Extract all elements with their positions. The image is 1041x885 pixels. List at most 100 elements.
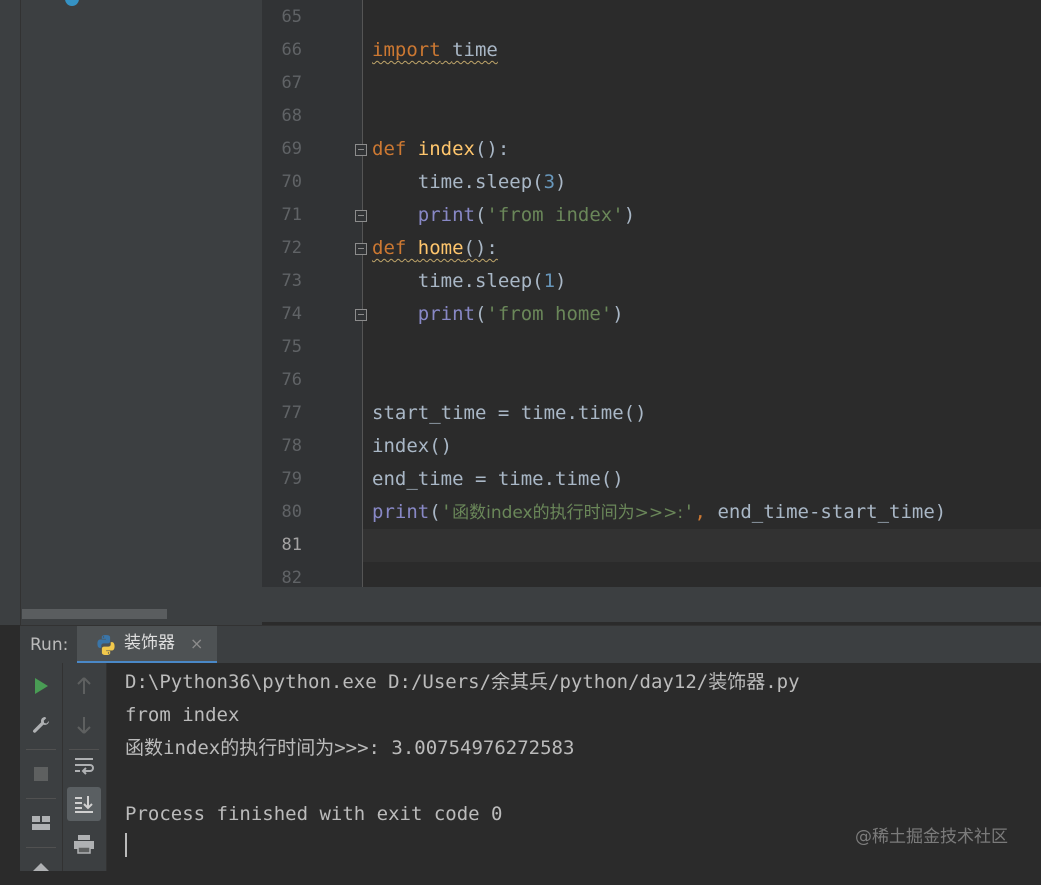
code-line[interactable]: def index(): <box>372 133 509 166</box>
code-line[interactable]: start_time = time.time() <box>372 397 647 430</box>
code-token: index() <box>372 435 453 457</box>
code-line[interactable]: import time <box>372 34 498 67</box>
run-label: Run: <box>30 635 69 655</box>
next-occurrence-button[interactable] <box>67 708 101 742</box>
scroll-to-end-button[interactable] <box>67 787 101 821</box>
line-number: 73 <box>281 271 302 291</box>
project-scroll-thumb[interactable] <box>22 609 167 619</box>
project-panel <box>21 0 262 625</box>
line-number: 66 <box>281 40 302 60</box>
code-token: (): <box>474 138 510 160</box>
code-token: ) <box>555 270 567 292</box>
watermark: @稀土掘金技术社区 <box>855 827 1008 847</box>
run-tool-header: Run: 装饰器 × <box>20 625 1041 664</box>
code-token: import <box>372 39 441 61</box>
code-line[interactable]: print('from index') <box>372 199 635 232</box>
wrench-icon <box>33 716 49 733</box>
soft-wrap-icon <box>75 758 94 775</box>
pin-icon <box>33 863 49 871</box>
code-token: , <box>694 501 718 523</box>
line-number: 69 <box>281 139 302 159</box>
code-token: 函数index的执行时间为>>>: <box>452 503 684 523</box>
code-line[interactable]: print('from home') <box>372 298 624 331</box>
line-number: 77 <box>281 403 302 423</box>
run-toolbar-secondary <box>63 663 107 871</box>
line-number: 70 <box>281 172 302 192</box>
edit-configuration-button[interactable] <box>24 708 58 742</box>
fold-start-icon[interactable] <box>355 243 367 255</box>
code-line[interactable]: time.sleep(1) <box>372 265 567 298</box>
arrow-down-icon <box>77 717 91 734</box>
line-number: 76 <box>281 370 302 390</box>
code-token: print <box>372 501 430 523</box>
code-token: ( <box>429 501 441 523</box>
code-line[interactable]: def home(): <box>372 232 498 265</box>
editor-bottom-bar <box>262 587 1041 622</box>
code-token: print <box>417 204 475 226</box>
code-token: 'from home' <box>486 303 613 325</box>
fold-start-icon[interactable] <box>355 144 367 156</box>
line-number: 68 <box>281 106 302 126</box>
code-line[interactable]: time.sleep(3) <box>372 166 567 199</box>
line-number: 80 <box>281 502 302 522</box>
close-icon[interactable]: × <box>190 626 203 661</box>
print-button[interactable] <box>67 827 101 861</box>
python-icon <box>97 635 115 655</box>
code-token: 'from index' <box>486 204 624 226</box>
left-tool-strip <box>0 0 21 625</box>
code-token: (): <box>463 237 498 259</box>
run-tab[interactable]: 装饰器 × <box>77 626 217 664</box>
code-token: ) <box>555 171 567 193</box>
line-number: 65 <box>281 7 302 27</box>
stop-icon <box>34 767 48 781</box>
code-token: ) <box>623 204 636 226</box>
previous-occurrence-button[interactable] <box>67 669 101 703</box>
layout-icon <box>32 816 50 830</box>
fold-end-icon[interactable] <box>355 309 367 321</box>
run-toolbar-primary <box>20 663 63 871</box>
code-line[interactable]: print('函数index的执行时间为>>>:', end_time-star… <box>372 496 946 529</box>
run-tab-label: 装饰器 <box>124 633 175 653</box>
code-token: print <box>417 303 475 325</box>
stop-button[interactable] <box>24 757 58 791</box>
code-token: end_time = time.time() <box>372 468 624 490</box>
fold-end-icon[interactable] <box>355 210 367 222</box>
code-token: ' <box>440 501 453 523</box>
rerun-button[interactable] <box>24 669 58 703</box>
code-token: ( <box>474 303 487 325</box>
gutter-divider <box>362 0 363 587</box>
code-editor[interactable]: 65 66 import time 67 68 69 def index(): 70 time… <box>262 0 1041 622</box>
console-output-line: 函数index的执行时间为>>>: 3.00754976272583 <box>125 737 575 759</box>
code-token: 3 <box>543 171 556 193</box>
line-number: 81 <box>281 535 302 555</box>
soft-wrap-button[interactable] <box>67 749 101 783</box>
code-token: end_time-start_time) <box>717 501 947 523</box>
play-icon <box>35 678 48 694</box>
code-line[interactable]: end_time = time.time() <box>372 463 624 496</box>
scroll-to-end-icon <box>75 796 93 813</box>
code-token: ' <box>683 501 695 523</box>
code-token: time.sleep( <box>372 270 544 292</box>
code-token: def <box>372 138 407 160</box>
code-token: index <box>417 138 475 160</box>
line-number: 72 <box>281 238 302 258</box>
code-token: time.sleep( <box>372 171 544 193</box>
code-token: 1 <box>543 270 556 292</box>
line-number: 75 <box>281 337 302 357</box>
pin-tab-button[interactable] <box>24 851 58 885</box>
printer-icon <box>74 835 94 854</box>
console-exit-line: Process finished with exit code 0 <box>125 803 503 825</box>
line-number: 78 <box>281 436 302 456</box>
line-number: 74 <box>281 304 302 324</box>
console-command-line: D:\Python36\python.exe D:/Users/余其兵/pyth… <box>125 671 800 693</box>
code-token: time <box>452 39 498 61</box>
toolbar-separator <box>26 847 56 848</box>
code-line[interactable]: index() <box>372 430 452 463</box>
code-token: start_time = time.time() <box>372 402 647 424</box>
arrow-up-icon <box>77 677 91 694</box>
restore-layout-button[interactable] <box>24 806 58 840</box>
